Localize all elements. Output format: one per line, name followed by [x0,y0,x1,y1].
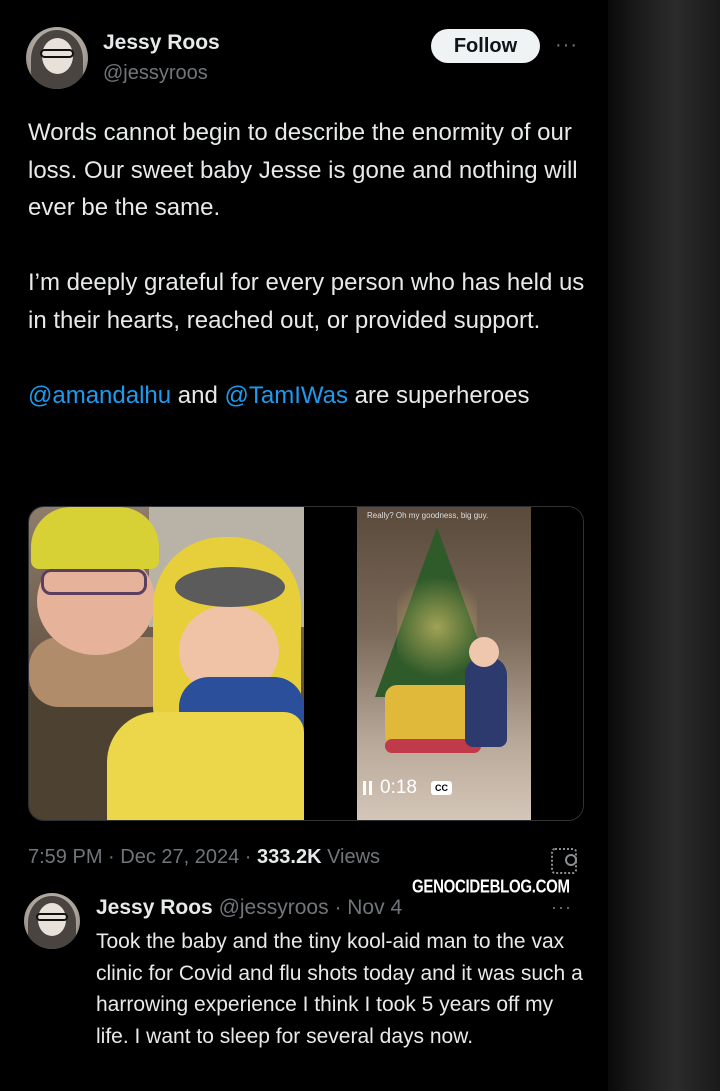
quoted-date[interactable]: · Nov 4 [334,896,402,919]
author-handle[interactable]: @jessyroos [103,62,208,85]
quoted-header: Jessy Roos @jessyroos · Nov 4 [96,896,402,920]
closed-captions-icon[interactable]: CC [430,781,452,795]
quoted-author-handle[interactable]: @jessyroos [219,896,329,919]
watermark: GENOCIDEBLOG.COM [412,876,570,898]
author-avatar[interactable] [26,27,88,89]
views-count: 333.2K [257,846,322,868]
tweet-body: Words cannot begin to describe the enorm… [28,114,588,414]
quoted-more-options-icon[interactable]: ··· [551,897,572,918]
video-caption: Really? Oh my goodness, big guy. [367,511,489,520]
tweet-paragraph: Words cannot begin to describe the enorm… [28,119,578,221]
tweet-timestamp[interactable]: 7:59 PM · Dec 27, 2024 · [28,846,257,868]
tweet-card: Jessy Roos @jessyroos Follow ··· Words c… [0,0,608,1091]
media-grid: Really? Oh my goodness, big guy. 0:18 CC [28,506,584,821]
follow-button[interactable]: Follow [431,29,540,63]
tweet-paragraph: @amandalhu and @TamIWas are superheroes [28,377,588,415]
tweet-photo[interactable] [29,507,304,820]
video-time: 0:18 [380,777,417,798]
background-edge [608,0,720,1091]
tweet-text-tail: are superheroes [348,381,530,409]
analytics-icon[interactable] [551,848,577,874]
quoted-tweet-text: Took the baby and the tiny kool-aid man … [96,930,583,1048]
quoted-author-name[interactable]: Jessy Roos [96,896,213,919]
tweet-video[interactable]: Really? Oh my goodness, big guy. 0:18 CC [305,507,583,820]
pause-icon[interactable] [363,781,372,795]
connector-text: and [171,381,225,409]
video-controls: 0:18 CC [363,773,452,803]
tweet-metadata: 7:59 PM · Dec 27, 2024 · 333.2K Views [28,846,380,869]
tweet-paragraph: I’m deeply grateful for every person who… [28,269,585,334]
mention-link[interactable]: @TamIWas [225,382,348,409]
author-name[interactable]: Jessy Roos [103,31,220,55]
views-label: Views [321,846,381,868]
more-options-icon[interactable]: ··· [555,34,578,57]
quoted-author-avatar[interactable] [24,893,80,949]
mention-link[interactable]: @amandalhu [28,382,171,409]
